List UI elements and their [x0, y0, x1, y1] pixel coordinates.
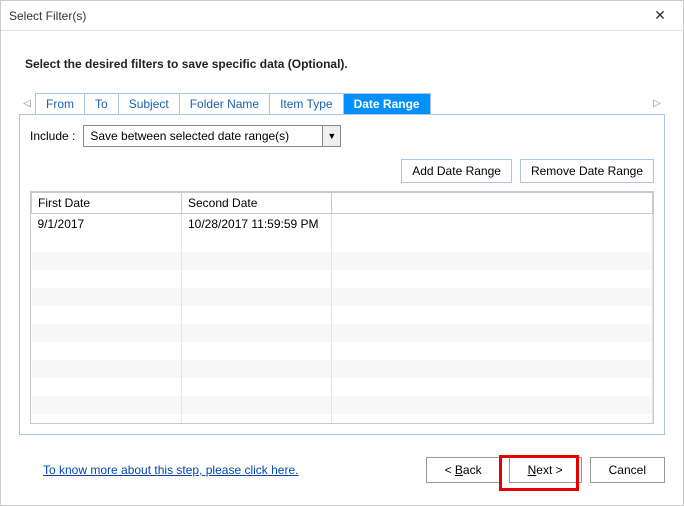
table-row [32, 288, 653, 306]
col-empty [332, 193, 653, 214]
footer-buttons: < Back Next > Cancel [426, 457, 665, 483]
include-dropdown-value: Save between selected date range(s) [84, 129, 322, 143]
include-dropdown[interactable]: Save between selected date range(s) ▼ [83, 125, 341, 147]
close-icon[interactable]: ✕ [645, 1, 675, 31]
table-row [32, 324, 653, 342]
table-header-row: First Date Second Date [32, 193, 653, 214]
tab-to[interactable]: To [85, 93, 119, 114]
date-range-table: First Date Second Date 9/1/2017 10/28/20… [30, 191, 654, 424]
tab-scroll-right-icon[interactable]: ▷ [649, 94, 665, 114]
filter-panel: Include : Save between selected date ran… [19, 115, 665, 435]
back-button[interactable]: < Back [426, 457, 501, 483]
title-bar: Select Filter(s) ✕ [1, 1, 683, 31]
table-row [32, 342, 653, 360]
content-area: Select the desired filters to save speci… [1, 31, 683, 435]
tab-strip: From To Subject Folder Name Item Type Da… [35, 93, 431, 114]
tab-item-type[interactable]: Item Type [270, 93, 343, 114]
table-row [32, 252, 653, 270]
window-title: Select Filter(s) [9, 9, 86, 23]
table-row[interactable]: 9/1/2017 10/28/2017 11:59:59 PM [32, 214, 653, 235]
col-second-date[interactable]: Second Date [182, 193, 332, 214]
tab-folder-name[interactable]: Folder Name [180, 93, 270, 114]
cell-second-date: 10/28/2017 11:59:59 PM [182, 214, 332, 235]
table-row [32, 306, 653, 324]
table-row [32, 234, 653, 252]
help-link[interactable]: To know more about this step, please cli… [43, 463, 298, 477]
table-row [32, 414, 653, 424]
tab-from[interactable]: From [36, 93, 85, 114]
tab-scroll-left-icon[interactable]: ◁ [19, 94, 35, 114]
tab-date-range[interactable]: Date Range [344, 93, 431, 114]
col-first-date[interactable]: First Date [32, 193, 182, 214]
cell-empty [332, 214, 653, 235]
chevron-down-icon: ▼ [322, 126, 340, 146]
tab-subject[interactable]: Subject [119, 93, 180, 114]
cell-first-date: 9/1/2017 [32, 214, 182, 235]
cancel-button[interactable]: Cancel [590, 457, 665, 483]
next-button[interactable]: Next > [509, 457, 582, 483]
table-row [32, 396, 653, 414]
footer: To know more about this step, please cli… [1, 445, 683, 505]
instruction-text: Select the desired filters to save speci… [25, 57, 665, 71]
range-button-bar: Add Date Range Remove Date Range [30, 159, 654, 183]
table-row [32, 360, 653, 378]
add-date-range-button[interactable]: Add Date Range [401, 159, 512, 183]
tab-row: ◁ From To Subject Folder Name Item Type … [19, 93, 665, 115]
table-row [32, 378, 653, 396]
table-row [32, 270, 653, 288]
remove-date-range-button[interactable]: Remove Date Range [520, 159, 654, 183]
include-label: Include : [30, 129, 75, 143]
include-row: Include : Save between selected date ran… [30, 125, 654, 147]
